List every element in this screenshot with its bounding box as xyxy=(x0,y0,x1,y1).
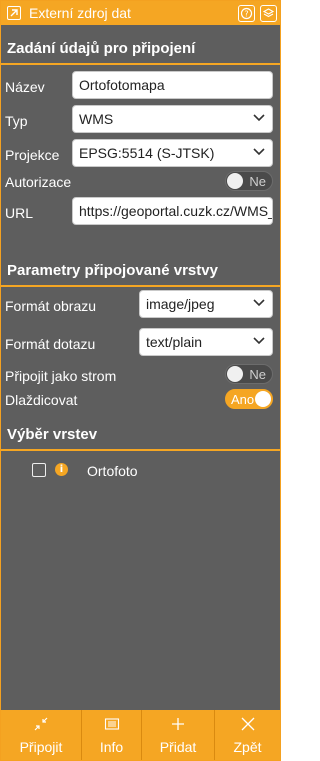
info-icon[interactable]: i xyxy=(55,463,68,476)
layers-heading: Výběr vrstev xyxy=(7,426,98,443)
connection-heading: Zadání údajů pro připojení xyxy=(7,40,196,57)
footer-toolbar: Připojit Info Přidat Zpět xyxy=(1,710,280,760)
section-divider xyxy=(1,285,280,287)
layers-icon[interactable] xyxy=(260,5,277,22)
section-divider xyxy=(1,63,280,65)
url-input[interactable]: https://geoportal.cuzk.cz/WMS_ xyxy=(72,197,273,225)
close-icon xyxy=(240,716,256,732)
layer-name: Ortofoto xyxy=(87,463,138,479)
image-format-select[interactable]: image/jpeg xyxy=(139,290,273,318)
plus-icon xyxy=(170,716,186,732)
auth-toggle[interactable]: Ne xyxy=(225,171,273,191)
compress-icon xyxy=(33,716,49,732)
svg-text:?: ? xyxy=(244,10,248,19)
tile-label: Dlaždicovat xyxy=(5,392,78,408)
chevron-down-icon xyxy=(253,114,265,122)
projection-select-value: EPSG:5514 (S-JTSK) xyxy=(79,145,215,161)
query-format-select[interactable]: text/plain xyxy=(139,328,273,356)
as-tree-label: Připojit jako strom xyxy=(5,368,117,384)
help-icon[interactable]: ? xyxy=(238,5,255,22)
info-button[interactable]: Info xyxy=(82,710,141,760)
auth-label: Autorizace xyxy=(5,174,72,190)
chevron-down-icon xyxy=(253,299,265,307)
chevron-down-icon xyxy=(253,337,265,345)
toggle-knob xyxy=(255,391,271,407)
info-card-icon xyxy=(104,716,120,732)
back-label: Zpět xyxy=(233,739,262,755)
add-button[interactable]: Přidat xyxy=(142,710,214,760)
name-input[interactable]: Ortofotomapa xyxy=(72,71,273,99)
connect-label: Připojit xyxy=(19,739,63,755)
query-format-label: Formát dotazu xyxy=(5,336,96,352)
as-tree-toggle[interactable]: Ne xyxy=(225,364,273,384)
tile-toggle[interactable]: Ano xyxy=(225,389,273,409)
section-divider xyxy=(1,449,280,451)
type-label: Typ xyxy=(5,113,28,129)
auth-toggle-text: Ne xyxy=(249,174,266,189)
back-button[interactable]: Zpět xyxy=(215,710,280,760)
type-select[interactable]: WMS xyxy=(72,105,273,133)
layer-params-heading: Parametry připojované vrstvy xyxy=(7,262,218,279)
title-bar: Externí zdroj dat ? xyxy=(1,1,280,25)
layer-checkbox[interactable] xyxy=(32,463,46,477)
connect-button[interactable]: Připojit xyxy=(1,710,81,760)
external-data-panel: Externí zdroj dat ? Zadání údajů pro při… xyxy=(0,0,281,761)
url-label: URL xyxy=(5,205,34,221)
add-label: Přidat xyxy=(159,739,197,755)
chevron-down-icon xyxy=(253,148,265,156)
tile-toggle-text: Ano xyxy=(231,392,255,407)
layer-list-item: i Ortofoto xyxy=(32,462,232,480)
as-tree-toggle-text: Ne xyxy=(249,367,266,382)
projection-label: Projekce xyxy=(5,147,60,163)
window-icon[interactable] xyxy=(7,6,21,20)
info-label: Info xyxy=(99,739,124,755)
query-format-value: text/plain xyxy=(146,334,203,350)
image-format-label: Formát obrazu xyxy=(5,298,97,314)
name-label: Název xyxy=(5,79,45,95)
toggle-knob xyxy=(227,173,243,189)
toggle-knob xyxy=(227,366,243,382)
projection-select[interactable]: EPSG:5514 (S-JTSK) xyxy=(72,139,273,167)
panel-title: Externí zdroj dat xyxy=(29,5,131,21)
type-select-value: WMS xyxy=(79,111,114,127)
image-format-value: image/jpeg xyxy=(146,296,215,312)
